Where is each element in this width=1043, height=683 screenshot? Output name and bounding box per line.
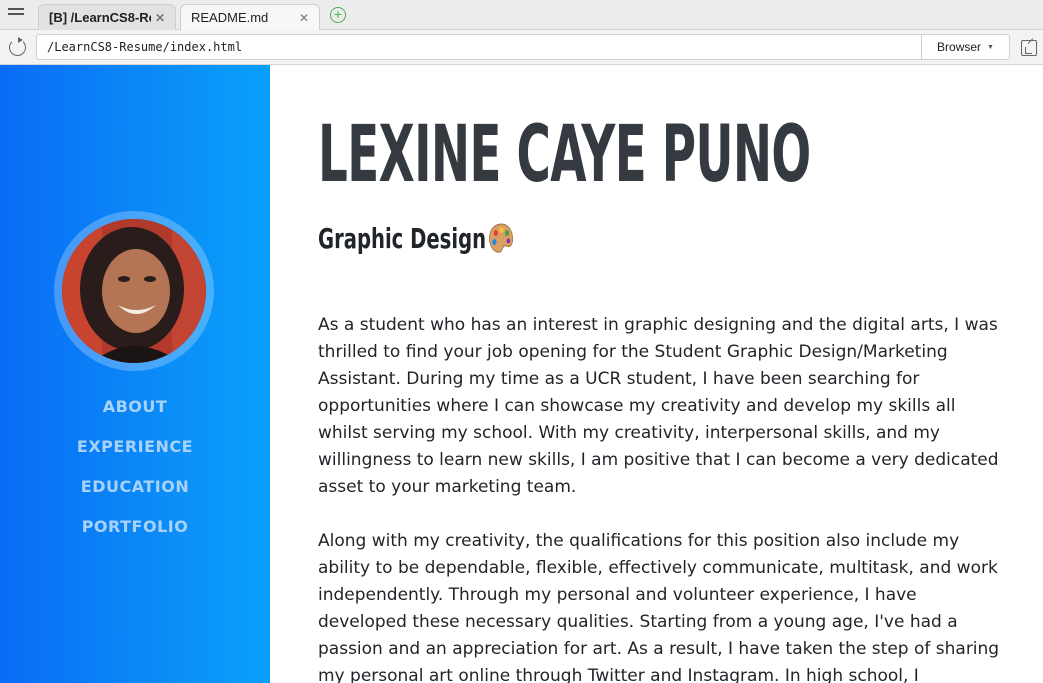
tab-readme[interactable]: README.md ✕ <box>180 4 320 30</box>
artist-palette-emoji <box>489 223 514 253</box>
address-bar: /LearnCS8-Resume/index.html Browser ▼ <box>0 30 1043 65</box>
sidebar-nav: ABOUT EXPERIENCE EDUCATION PORTFOLIO <box>0 395 270 555</box>
browser-mode-label: Browser <box>937 40 982 54</box>
menu-icon[interactable] <box>8 8 24 22</box>
page-title: LEXINE CAYE PUNO <box>318 110 811 200</box>
url-field[interactable]: /LearnCS8-Resume/index.html Browser ▼ <box>36 34 1010 60</box>
profile-photo <box>62 219 206 363</box>
add-tab-icon[interactable]: + <box>330 7 346 23</box>
tab-index[interactable]: [B] /LearnCS8-Re ✕ <box>38 4 176 30</box>
reload-icon[interactable] <box>9 37 26 56</box>
tab-label: README.md <box>191 10 269 25</box>
tab-bar: [B] /LearnCS8-Re ✕ README.md ✕ + <box>0 0 1043 30</box>
chevron-down-icon: ▼ <box>987 43 994 51</box>
url-text: /LearnCS8-Resume/index.html <box>47 40 243 54</box>
browser-mode-select[interactable]: Browser ▼ <box>921 35 1009 59</box>
popout-icon[interactable] <box>1021 40 1037 56</box>
cover-letter-paragraph: Along with my creativity, the qualificat… <box>318 531 1000 683</box>
subtitle-text: Graphic Design <box>318 222 487 255</box>
avatar-ring <box>54 211 214 371</box>
avatar <box>62 219 206 363</box>
close-icon[interactable]: ✕ <box>299 11 309 25</box>
nav-portfolio[interactable]: PORTFOLIO <box>0 515 270 555</box>
sidebar: ABOUT EXPERIENCE EDUCATION PORTFOLIO <box>0 65 270 683</box>
nav-about[interactable]: ABOUT <box>0 395 270 435</box>
nav-education[interactable]: EDUCATION <box>0 475 270 515</box>
tab-label: [B] /LearnCS8-Re <box>49 10 151 25</box>
close-icon[interactable]: ✕ <box>155 11 165 25</box>
cover-letter-paragraph: As a student who has an interest in grap… <box>318 315 999 497</box>
nav-experience[interactable]: EXPERIENCE <box>0 435 270 475</box>
subtitle: Graphic Design <box>318 221 515 257</box>
